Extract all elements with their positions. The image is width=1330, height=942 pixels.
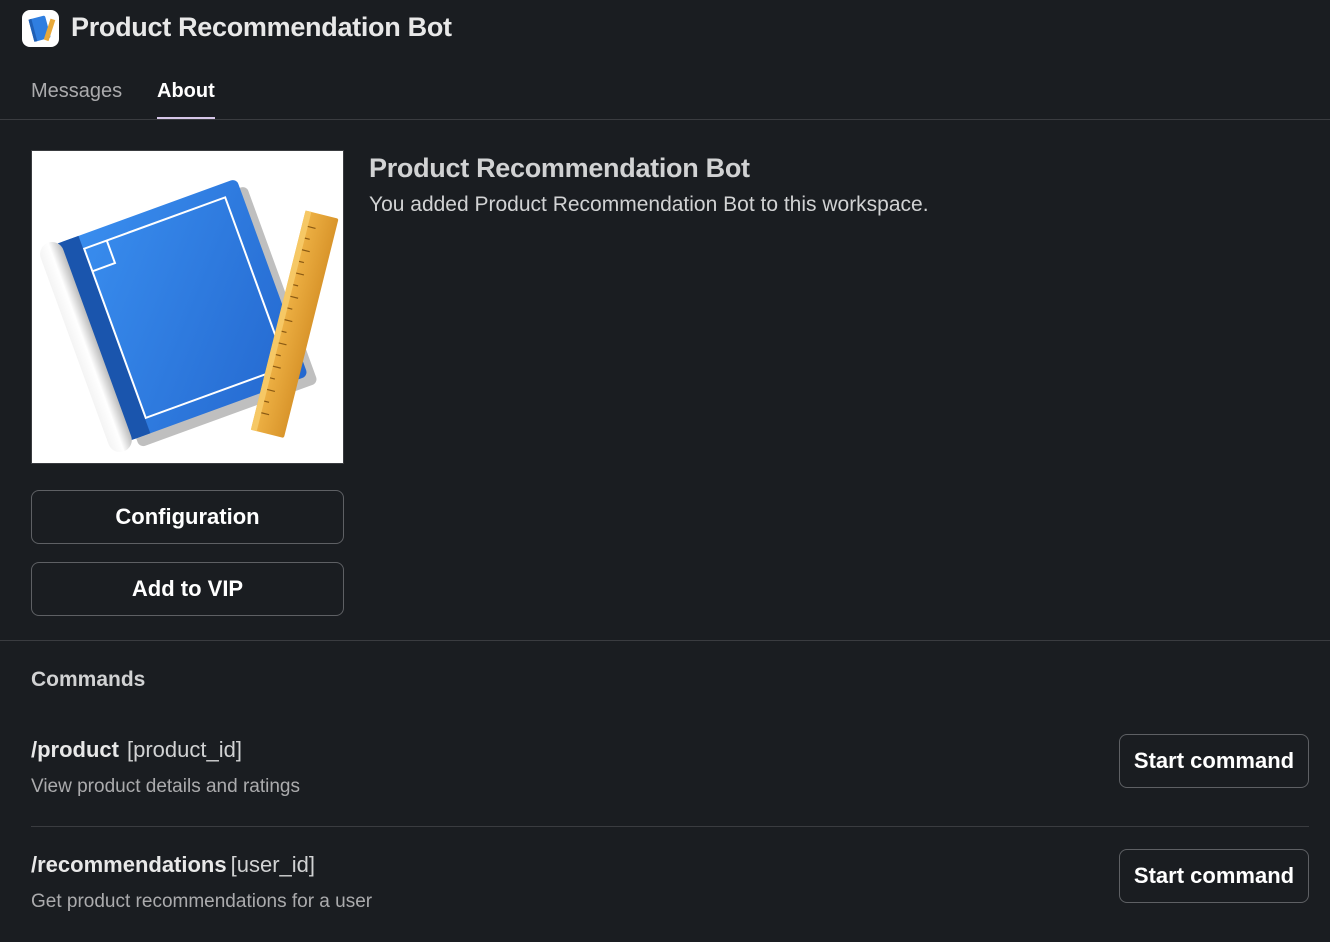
commands-heading: Commands — [31, 668, 146, 691]
start-command-button[interactable]: Start command — [1119, 734, 1309, 788]
command-signature: /recommendations [user_id] — [31, 852, 315, 878]
app-header: Product Recommendation Bot Messages Abou… — [0, 0, 1330, 120]
bot-name-heading: Product Recommendation Bot — [369, 153, 750, 183]
command-name: /recommendations — [31, 852, 227, 877]
section-divider — [0, 640, 1330, 641]
bot-description: You added Product Recommendation Bot to … — [369, 193, 929, 216]
blueprint-book-icon — [22, 10, 59, 47]
command-signature: /product [product_id] — [31, 737, 242, 763]
command-name: /product — [31, 737, 119, 762]
start-command-button[interactable]: Start command — [1119, 849, 1309, 903]
tab-messages[interactable]: Messages — [31, 80, 122, 119]
command-row: /product [product_id] View product detail… — [31, 722, 1309, 827]
command-args: [product_id] — [127, 737, 242, 762]
tab-about[interactable]: About — [157, 80, 215, 119]
configuration-button[interactable]: Configuration — [31, 490, 344, 544]
bot-avatar-image — [31, 150, 344, 464]
add-to-vip-button[interactable]: Add to VIP — [31, 562, 344, 616]
command-row: /recommendations [user_id] Get product re… — [31, 837, 1309, 942]
command-args: [user_id] — [230, 852, 315, 877]
command-description: Get product recommendations for a user — [31, 891, 373, 912]
command-description: View product details and ratings — [31, 776, 300, 797]
app-title: Product Recommendation Bot — [71, 12, 452, 42]
